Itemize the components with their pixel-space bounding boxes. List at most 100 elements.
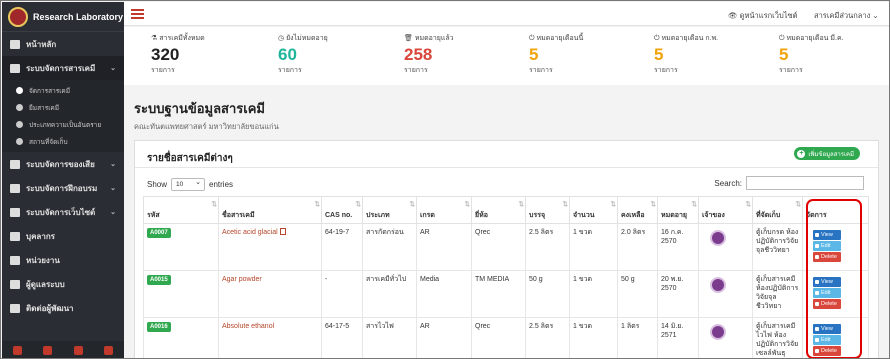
column-header[interactable]: บรรจุ ⇅ xyxy=(525,196,570,224)
stat-unit: รายการ xyxy=(529,67,553,74)
column-header[interactable]: ที่จัดเก็บ ⇅ xyxy=(752,196,803,224)
stat-unit: รายการ xyxy=(654,67,678,74)
column-header[interactable]: เกรด ⇅ xyxy=(416,196,472,224)
sidebar-item-label: บุคลากร xyxy=(26,231,55,241)
sidebar-item-home[interactable]: หน้าหลัก xyxy=(2,32,124,56)
edit-button[interactable]: Edit xyxy=(813,288,841,298)
view-label: View xyxy=(821,231,833,238)
submenu-item-label: สถานที่จัดเก็บ xyxy=(29,138,68,146)
delete-label: Delete xyxy=(821,347,837,354)
submenu-item-storage[interactable]: สถานที่จัดเก็บ xyxy=(2,133,124,150)
edit-label: Edit xyxy=(821,336,831,343)
stat-label: หมดอายุเดือน ก.พ. xyxy=(661,35,719,42)
power-icon[interactable] xyxy=(104,345,114,355)
sort-icon: ⇅ xyxy=(650,201,657,208)
warning-icon xyxy=(16,121,23,128)
column-header[interactable]: ชื่อสารเคมี ⇅ xyxy=(218,196,322,224)
code-badge: A0015 xyxy=(147,275,171,285)
edit-button[interactable]: Edit xyxy=(813,241,841,251)
sort-icon: ⇅ xyxy=(745,201,752,208)
column-header[interactable]: จำนวน ⇅ xyxy=(569,196,618,224)
view-button[interactable]: View xyxy=(813,230,841,240)
settings-icon[interactable] xyxy=(12,345,22,355)
column-header-label: เกรด xyxy=(420,212,435,219)
sidebar-footer xyxy=(2,341,124,358)
sidebar-item-contact-dev[interactable]: ติดต่อผู้พัฒนา xyxy=(2,296,124,320)
page-length-select[interactable]: 10 xyxy=(171,177,206,191)
submenu-item-borrow-chemicals[interactable]: ยืมสารเคมี xyxy=(2,99,124,116)
view-button[interactable]: View xyxy=(813,277,841,287)
chemical-name-link[interactable]: Absolute ethanol xyxy=(222,323,274,330)
sidebar-item-departments[interactable]: หน่วยงาน xyxy=(2,248,124,272)
column-header-label: รหัส xyxy=(147,212,160,219)
expire-cell: 20 พ.ย. 2570 xyxy=(657,270,699,318)
delete-button[interactable]: Delete xyxy=(813,252,841,262)
folder-icon xyxy=(10,207,20,217)
location-cell: ตู้เก็บกรด ห้องปฏิบัติการวิจัยจุลชีววิทย… xyxy=(752,223,803,271)
column-header[interactable]: รหัส ⇅ xyxy=(143,196,219,224)
sidebar-item-chemicals[interactable]: ระบบจัดการสารเคมี ⌄ xyxy=(2,56,124,80)
stat-expire-this-month: ⏻ หมดอายุเดือนนี้ 5 รายการ xyxy=(529,33,649,76)
submenu-item-hazard-types[interactable]: ประเภทความเป็นอันตราย xyxy=(2,116,124,133)
view-icon xyxy=(815,327,819,331)
user-menu[interactable]: สารเคมีส่วนกลาง ⌄ xyxy=(814,10,879,22)
page-subtitle: คณะทันตแพทยศาสตร์ มหาวิทยาลัยขอนแก่น xyxy=(134,122,279,131)
brand[interactable]: Research Laboratory xyxy=(2,2,124,32)
add-chemical-button[interactable]: + เพิ่มข้อมูลสารเคมี xyxy=(794,147,860,160)
column-header[interactable]: ประเภท ⇅ xyxy=(362,196,417,224)
power-icon: ⏻ xyxy=(654,35,660,42)
table-header-row: รหัส ⇅ ชื่อสารเคมี ⇅ CAS no. ⇅ ประเภท ⇅ เกรด… xyxy=(143,196,869,224)
column-header[interactable]: หมดอายุ ⇅ xyxy=(657,196,699,224)
view-site-link[interactable]: 👁 ดูหน้าแรกเว็บไซต์ xyxy=(728,10,797,22)
stat-unit: รายการ xyxy=(404,67,428,74)
stat-value: 320 xyxy=(151,45,180,64)
chevron-down-icon: ⌄ xyxy=(110,161,116,168)
chemical-name-link[interactable]: Agar powder xyxy=(222,276,262,283)
column-header[interactable]: เจ้าของ ⇅ xyxy=(698,196,753,224)
submenu-item-manage-chemicals[interactable]: จัดการสารเคมี xyxy=(2,82,124,99)
panel-title: รายชื่อสารเคมีต่างๆ xyxy=(147,153,233,164)
users-icon[interactable] xyxy=(43,345,53,355)
folder-icon xyxy=(10,63,20,73)
search-input[interactable] xyxy=(746,176,864,190)
sidebar-item-training[interactable]: ระบบจัดการฝึกอบรม ⌄ xyxy=(2,176,124,200)
edit-button[interactable]: Edit xyxy=(813,335,841,345)
actions-cell: View Edit Delete xyxy=(802,317,869,358)
chevron-down-icon: ⌄ xyxy=(110,209,116,216)
stat-label: หมดอายุเดือน มี.ค. xyxy=(786,35,844,42)
menu-toggle-icon[interactable] xyxy=(131,9,144,19)
edit-label: Edit xyxy=(821,242,831,249)
sidebar-item-waste[interactable]: ระบบจัดการของเสีย ⌄ xyxy=(2,152,124,176)
user-icon[interactable] xyxy=(73,345,83,355)
chat-icon xyxy=(10,303,20,313)
delete-button[interactable]: Delete xyxy=(813,299,841,309)
pdf-icon[interactable] xyxy=(279,228,286,235)
delete-button[interactable]: Delete xyxy=(813,346,841,356)
stat-expired: 🗑 หมดอายุแล้ว 258 รายการ xyxy=(404,33,524,76)
brand-cell: TM MEDIA xyxy=(471,270,526,318)
column-header-label: เจ้าของ xyxy=(702,212,725,219)
sidebar-item-admins[interactable]: ผู้ดูแลระบบ xyxy=(2,272,124,296)
edit-label: Edit xyxy=(821,289,831,296)
column-header-label: ชื่อสารเคมี xyxy=(222,212,255,219)
column-header[interactable]: คงเหลือ ⇅ xyxy=(617,196,658,224)
show-label: Show xyxy=(147,180,168,189)
pack-cell: 2.5 ลิตร xyxy=(525,223,570,271)
trash-icon xyxy=(815,349,819,353)
chemical-name-link[interactable]: Acetic acid glacial xyxy=(222,229,278,236)
sort-icon: ⇅ xyxy=(314,201,321,208)
column-header-label: บรรจุ xyxy=(529,212,546,219)
owner-logo-icon xyxy=(710,277,726,293)
flask-icon: ⚗ xyxy=(151,35,158,42)
sidebar-item-label: ติดต่อผู้พัฒนา xyxy=(26,303,74,313)
user-icon xyxy=(16,104,23,111)
sidebar-item-personnel[interactable]: บุคลากร xyxy=(2,224,124,248)
cas-cell: - xyxy=(321,270,363,318)
column-header[interactable]: CAS no. ⇅ xyxy=(321,196,363,224)
user-icon xyxy=(10,279,20,289)
stat-value: 5 xyxy=(529,45,539,64)
view-button[interactable]: View xyxy=(813,324,841,334)
sidebar-item-website[interactable]: ระบบจัดการเว็บไซต์ ⌄ xyxy=(2,200,124,224)
column-header[interactable]: ยี่ห้อ ⇅ xyxy=(471,196,526,224)
user-icon xyxy=(16,87,23,94)
